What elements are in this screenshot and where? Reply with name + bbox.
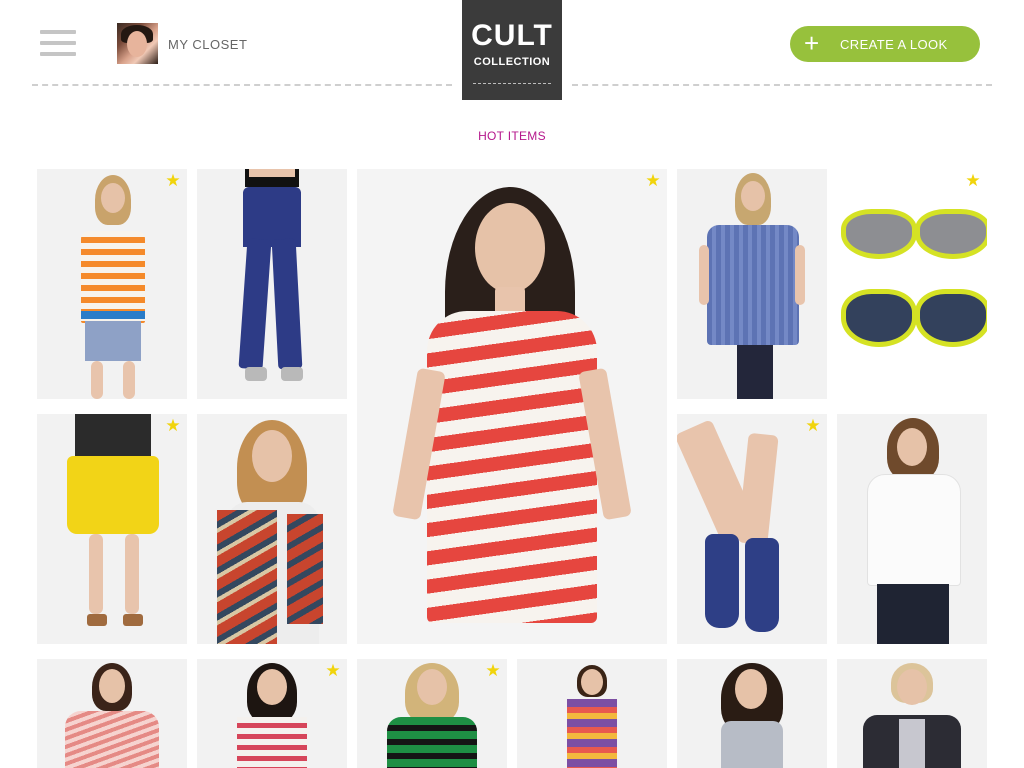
product-tile[interactable]: ★	[37, 169, 187, 399]
product-tile[interactable]: ★	[837, 169, 987, 399]
star-icon[interactable]: ★	[645, 172, 661, 189]
star-icon[interactable]: ★	[965, 172, 981, 189]
header-divider-right	[572, 84, 992, 86]
plus-icon: +	[804, 28, 820, 58]
star-icon[interactable]: ★	[325, 662, 341, 679]
product-tile[interactable]: ★	[37, 414, 187, 644]
product-tile[interactable]	[837, 414, 987, 644]
menu-icon[interactable]	[40, 30, 76, 60]
product-tile[interactable]	[517, 659, 667, 768]
product-tile[interactable]	[677, 659, 827, 768]
avatar[interactable]	[117, 23, 158, 64]
product-tile[interactable]	[37, 659, 187, 768]
product-tile[interactable]	[197, 414, 347, 644]
star-icon[interactable]: ★	[165, 417, 181, 434]
product-tile[interactable]: ★	[357, 659, 507, 768]
create-a-look-button[interactable]: + CREATE A LOOK	[790, 26, 980, 62]
product-tile[interactable]	[837, 659, 987, 768]
my-closet-link[interactable]: MY CLOSET	[168, 37, 247, 52]
header-divider-left	[32, 84, 452, 86]
logo-subtitle: COLLECTION	[473, 56, 551, 68]
product-tile[interactable]: ★	[197, 659, 347, 768]
star-icon[interactable]: ★	[805, 417, 821, 434]
cult-collection-logo[interactable]: CULT COLLECTION	[462, 0, 562, 100]
logo-title: CULT	[471, 19, 553, 52]
product-tile[interactable]: ★	[677, 414, 827, 644]
create-a-look-label: CREATE A LOOK	[840, 37, 948, 52]
section-title: HOT ITEMS	[478, 129, 546, 143]
product-tile[interactable]	[197, 169, 347, 399]
star-icon[interactable]: ★	[165, 172, 181, 189]
star-icon[interactable]: ★	[485, 662, 501, 679]
product-tile[interactable]	[677, 169, 827, 399]
featured-product-tile[interactable]: ★	[357, 169, 667, 644]
